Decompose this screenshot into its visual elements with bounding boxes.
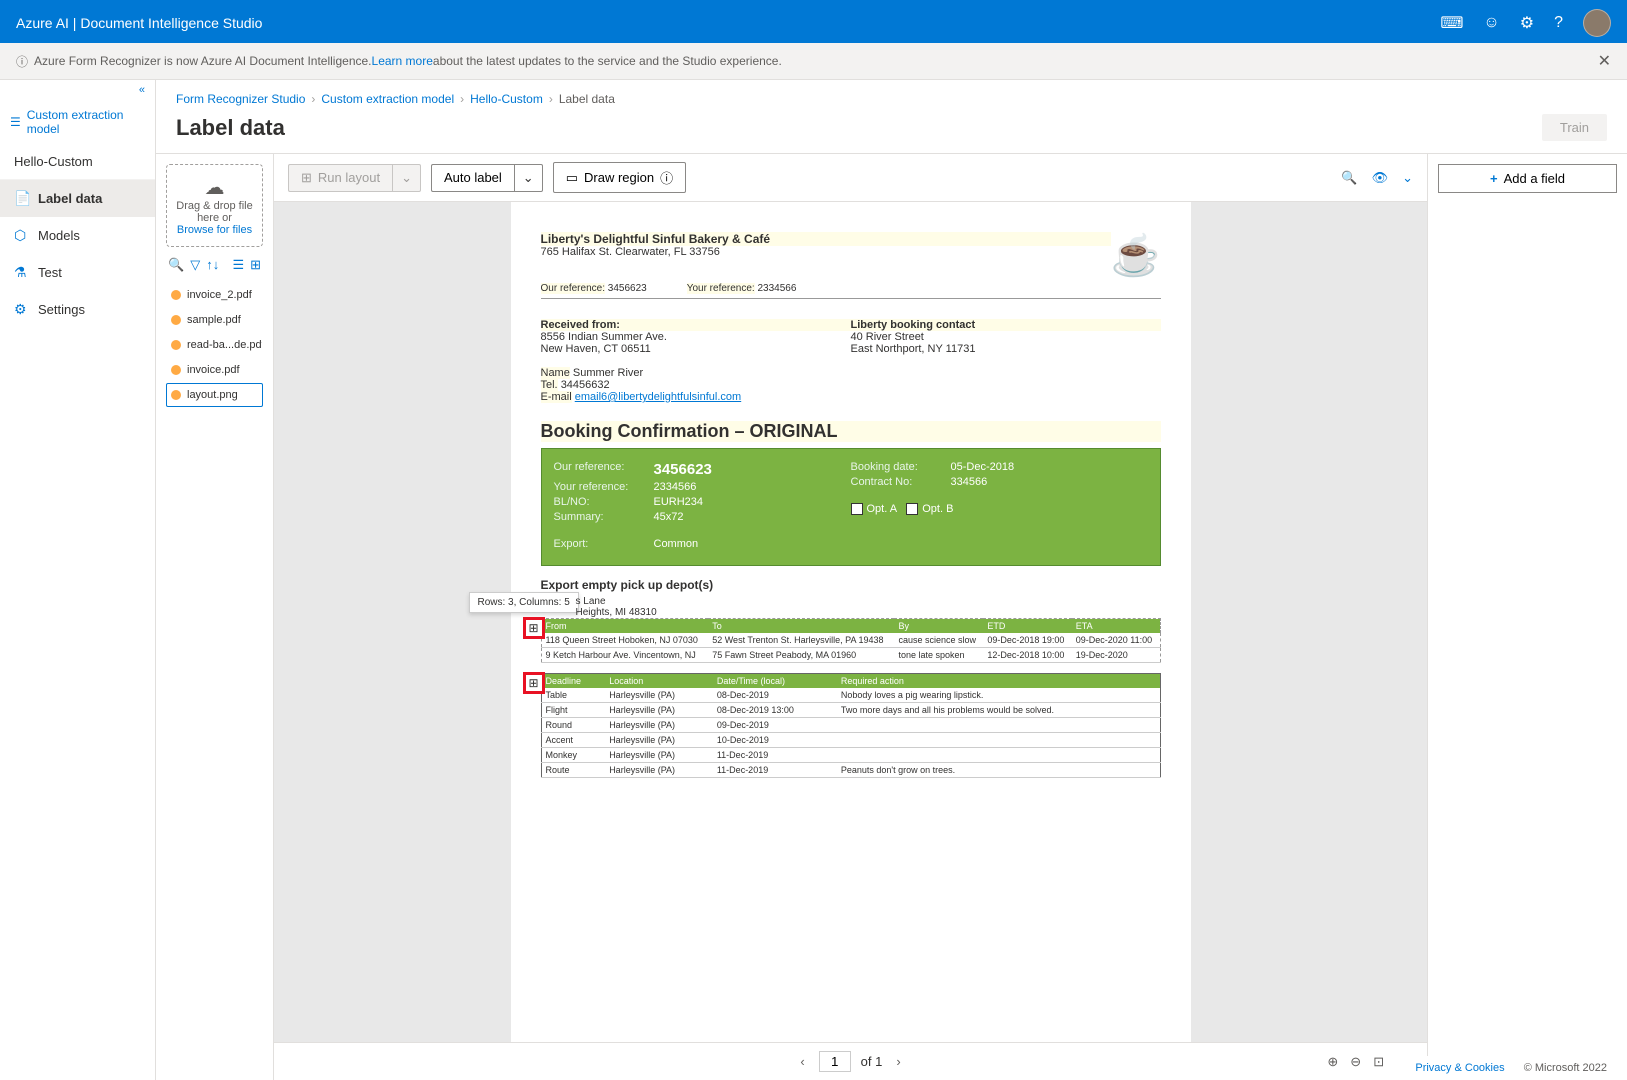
document-viewport[interactable]: Liberty's Delightful Sinful Bakery & Caf… xyxy=(274,202,1427,1042)
add-field-button[interactable]: + Add a field xyxy=(1438,164,1617,193)
plus-icon: + xyxy=(1490,171,1498,186)
sidebar-item-models[interactable]: ⬡Models xyxy=(0,217,155,254)
doc-table-2: DeadlineLocationDate/Time (local)Require… xyxy=(541,673,1161,778)
page-input[interactable] xyxy=(819,1051,851,1072)
doc-table-1: FromToByETDETA118 Queen Street Hoboken, … xyxy=(541,618,1161,663)
doc-company-addr: 765 Halifax St. Clearwater, FL 33756 xyxy=(541,246,1111,258)
breadcrumb-link-1[interactable]: Custom extraction model xyxy=(321,92,454,106)
chevron-right-icon: › xyxy=(549,92,553,106)
notice-banner: ⓘ Azure Form Recognizer is now Azure AI … xyxy=(0,43,1627,80)
file-item[interactable]: sample.pdf xyxy=(166,308,263,332)
file-item[interactable]: layout.png xyxy=(166,383,263,407)
document-icon: 📄 xyxy=(14,190,30,207)
chevron-right-icon: › xyxy=(460,92,464,106)
page-title: Label data xyxy=(176,115,1542,141)
info-icon: ⓘ xyxy=(660,168,673,187)
list-view-icon[interactable]: ☰ xyxy=(232,257,244,273)
table-marker-icon[interactable]: ⊞ xyxy=(523,672,545,694)
run-layout-button[interactable]: ⊞ Run layout xyxy=(288,164,392,192)
fields-panel: + Add a field xyxy=(1427,154,1627,1080)
document-panel: ⊞ Run layout ⌄ Auto label ⌄ ▭ Draw regio… xyxy=(274,154,1427,1080)
sidebar-item-label-data[interactable]: 📄Label data xyxy=(0,180,155,217)
doc-heading: Booking Confirmation – ORIGINAL xyxy=(541,421,1161,442)
coffee-cup-icon: ☕ xyxy=(1111,232,1161,279)
file-drop-zone[interactable]: ☁ Drag & drop file here or Browse for fi… xyxy=(166,164,263,247)
run-layout-dropdown[interactable]: ⌄ xyxy=(392,164,421,192)
page-footer: Privacy & Cookies © Microsoft 2022 xyxy=(1395,1056,1627,1080)
sidebar-model-header[interactable]: ☰ Custom extraction model xyxy=(0,100,155,144)
breadcrumb: Form Recognizer Studio › Custom extracti… xyxy=(156,80,1627,110)
keyboard-icon[interactable]: ⌨ xyxy=(1440,13,1463,33)
auto-label-dropdown[interactable]: ⌄ xyxy=(514,164,543,192)
region-icon: ▭ xyxy=(566,170,578,186)
help-icon[interactable]: ? xyxy=(1554,14,1563,32)
copyright-text: © Microsoft 2022 xyxy=(1524,1062,1607,1074)
user-avatar[interactable] xyxy=(1583,9,1611,37)
feedback-icon[interactable]: ☺ xyxy=(1483,14,1499,32)
table-marker-icon[interactable]: ⊞ xyxy=(523,617,545,639)
search-icon[interactable]: 🔍 xyxy=(168,257,184,273)
train-button[interactable]: Train xyxy=(1542,114,1607,141)
chevron-right-icon: › xyxy=(311,92,315,106)
status-dot-icon xyxy=(171,340,181,350)
sidebar: « ☰ Custom extraction model Hello-Custom… xyxy=(0,80,156,1080)
privacy-link[interactable]: Privacy & Cookies xyxy=(1415,1062,1504,1074)
filter-icon[interactable]: ▽ xyxy=(190,257,200,273)
breadcrumb-link-2[interactable]: Hello-Custom xyxy=(470,92,543,106)
notice-text-prefix: Azure Form Recognizer is now Azure AI Do… xyxy=(34,54,372,68)
file-panel: ☁ Drag & drop file here or Browse for fi… xyxy=(156,154,274,1080)
app-title: Azure AI | Document Intelligence Studio xyxy=(16,15,1440,31)
doc-company-name: Liberty's Delightful Sinful Bakery & Caf… xyxy=(541,232,1111,246)
breadcrumb-link-0[interactable]: Form Recognizer Studio xyxy=(176,92,305,106)
page-count: of 1 xyxy=(861,1054,883,1069)
sidebar-item-settings[interactable]: ⚙Settings xyxy=(0,291,155,328)
notice-text-suffix: about the latest updates to the service … xyxy=(433,54,782,68)
chevron-down-icon[interactable]: ⌄ xyxy=(1402,170,1413,186)
close-icon[interactable]: ✕ xyxy=(1598,51,1611,71)
auto-label-button[interactable]: Auto label xyxy=(431,164,514,192)
visibility-icon[interactable]: 👁 xyxy=(1372,170,1389,186)
document-toolbar: ⊞ Run layout ⌄ Auto label ⌄ ▭ Draw regio… xyxy=(274,154,1427,202)
draw-region-button[interactable]: ▭ Draw region ⓘ xyxy=(553,162,686,193)
layout-icon: ⊞ xyxy=(301,170,312,186)
zoom-out-icon[interactable]: ⊖ xyxy=(1350,1054,1361,1070)
file-item[interactable]: invoice_2.pdf xyxy=(166,283,263,307)
sidebar-item-test[interactable]: ⚗Test xyxy=(0,254,155,291)
flask-icon: ⚗ xyxy=(14,264,30,281)
document-page: Liberty's Delightful Sinful Bakery & Caf… xyxy=(511,202,1191,1042)
breadcrumb-current: Label data xyxy=(559,92,615,106)
browse-files-link[interactable]: Browse for files xyxy=(177,224,252,236)
app-header: Azure AI | Document Intelligence Studio … xyxy=(0,3,1627,43)
settings-icon[interactable]: ⚙ xyxy=(1520,13,1534,33)
list-icon: ☰ xyxy=(10,115,21,129)
document-pager: ‹ of 1 › ⊕ ⊖ ⊡ ↻ xyxy=(274,1042,1427,1080)
notice-learn-more-link[interactable]: Learn more xyxy=(372,54,433,68)
info-icon: ⓘ xyxy=(16,53,28,70)
file-list: invoice_2.pdfsample.pdfread-ba...de.pdfi… xyxy=(166,283,263,407)
sidebar-project-name[interactable]: Hello-Custom xyxy=(0,144,155,180)
file-item[interactable]: invoice.pdf xyxy=(166,358,263,382)
next-page-button[interactable]: › xyxy=(892,1054,904,1069)
drop-zone-text: Drag & drop file here or xyxy=(173,200,256,224)
booking-summary-box: Our reference:3456623 Your reference:233… xyxy=(541,448,1161,566)
status-dot-icon xyxy=(171,315,181,325)
gear-icon: ⚙ xyxy=(14,301,30,318)
prev-page-button[interactable]: ‹ xyxy=(796,1054,808,1069)
fit-icon[interactable]: ⊡ xyxy=(1373,1054,1384,1070)
sort-icon[interactable]: ↑↓ xyxy=(206,257,219,273)
zoom-in-icon[interactable]: ⊕ xyxy=(1327,1054,1338,1070)
sidebar-collapse-button[interactable]: « xyxy=(0,80,155,100)
status-dot-icon xyxy=(171,290,181,300)
grid-view-icon[interactable]: ⊞ xyxy=(250,257,261,273)
status-dot-icon xyxy=(171,390,181,400)
search-icon[interactable]: 🔍 xyxy=(1341,170,1357,186)
file-item[interactable]: read-ba...de.pdf xyxy=(166,333,263,357)
cloud-upload-icon: ☁ xyxy=(173,175,256,200)
status-dot-icon xyxy=(171,365,181,375)
cube-icon: ⬡ xyxy=(14,227,30,244)
